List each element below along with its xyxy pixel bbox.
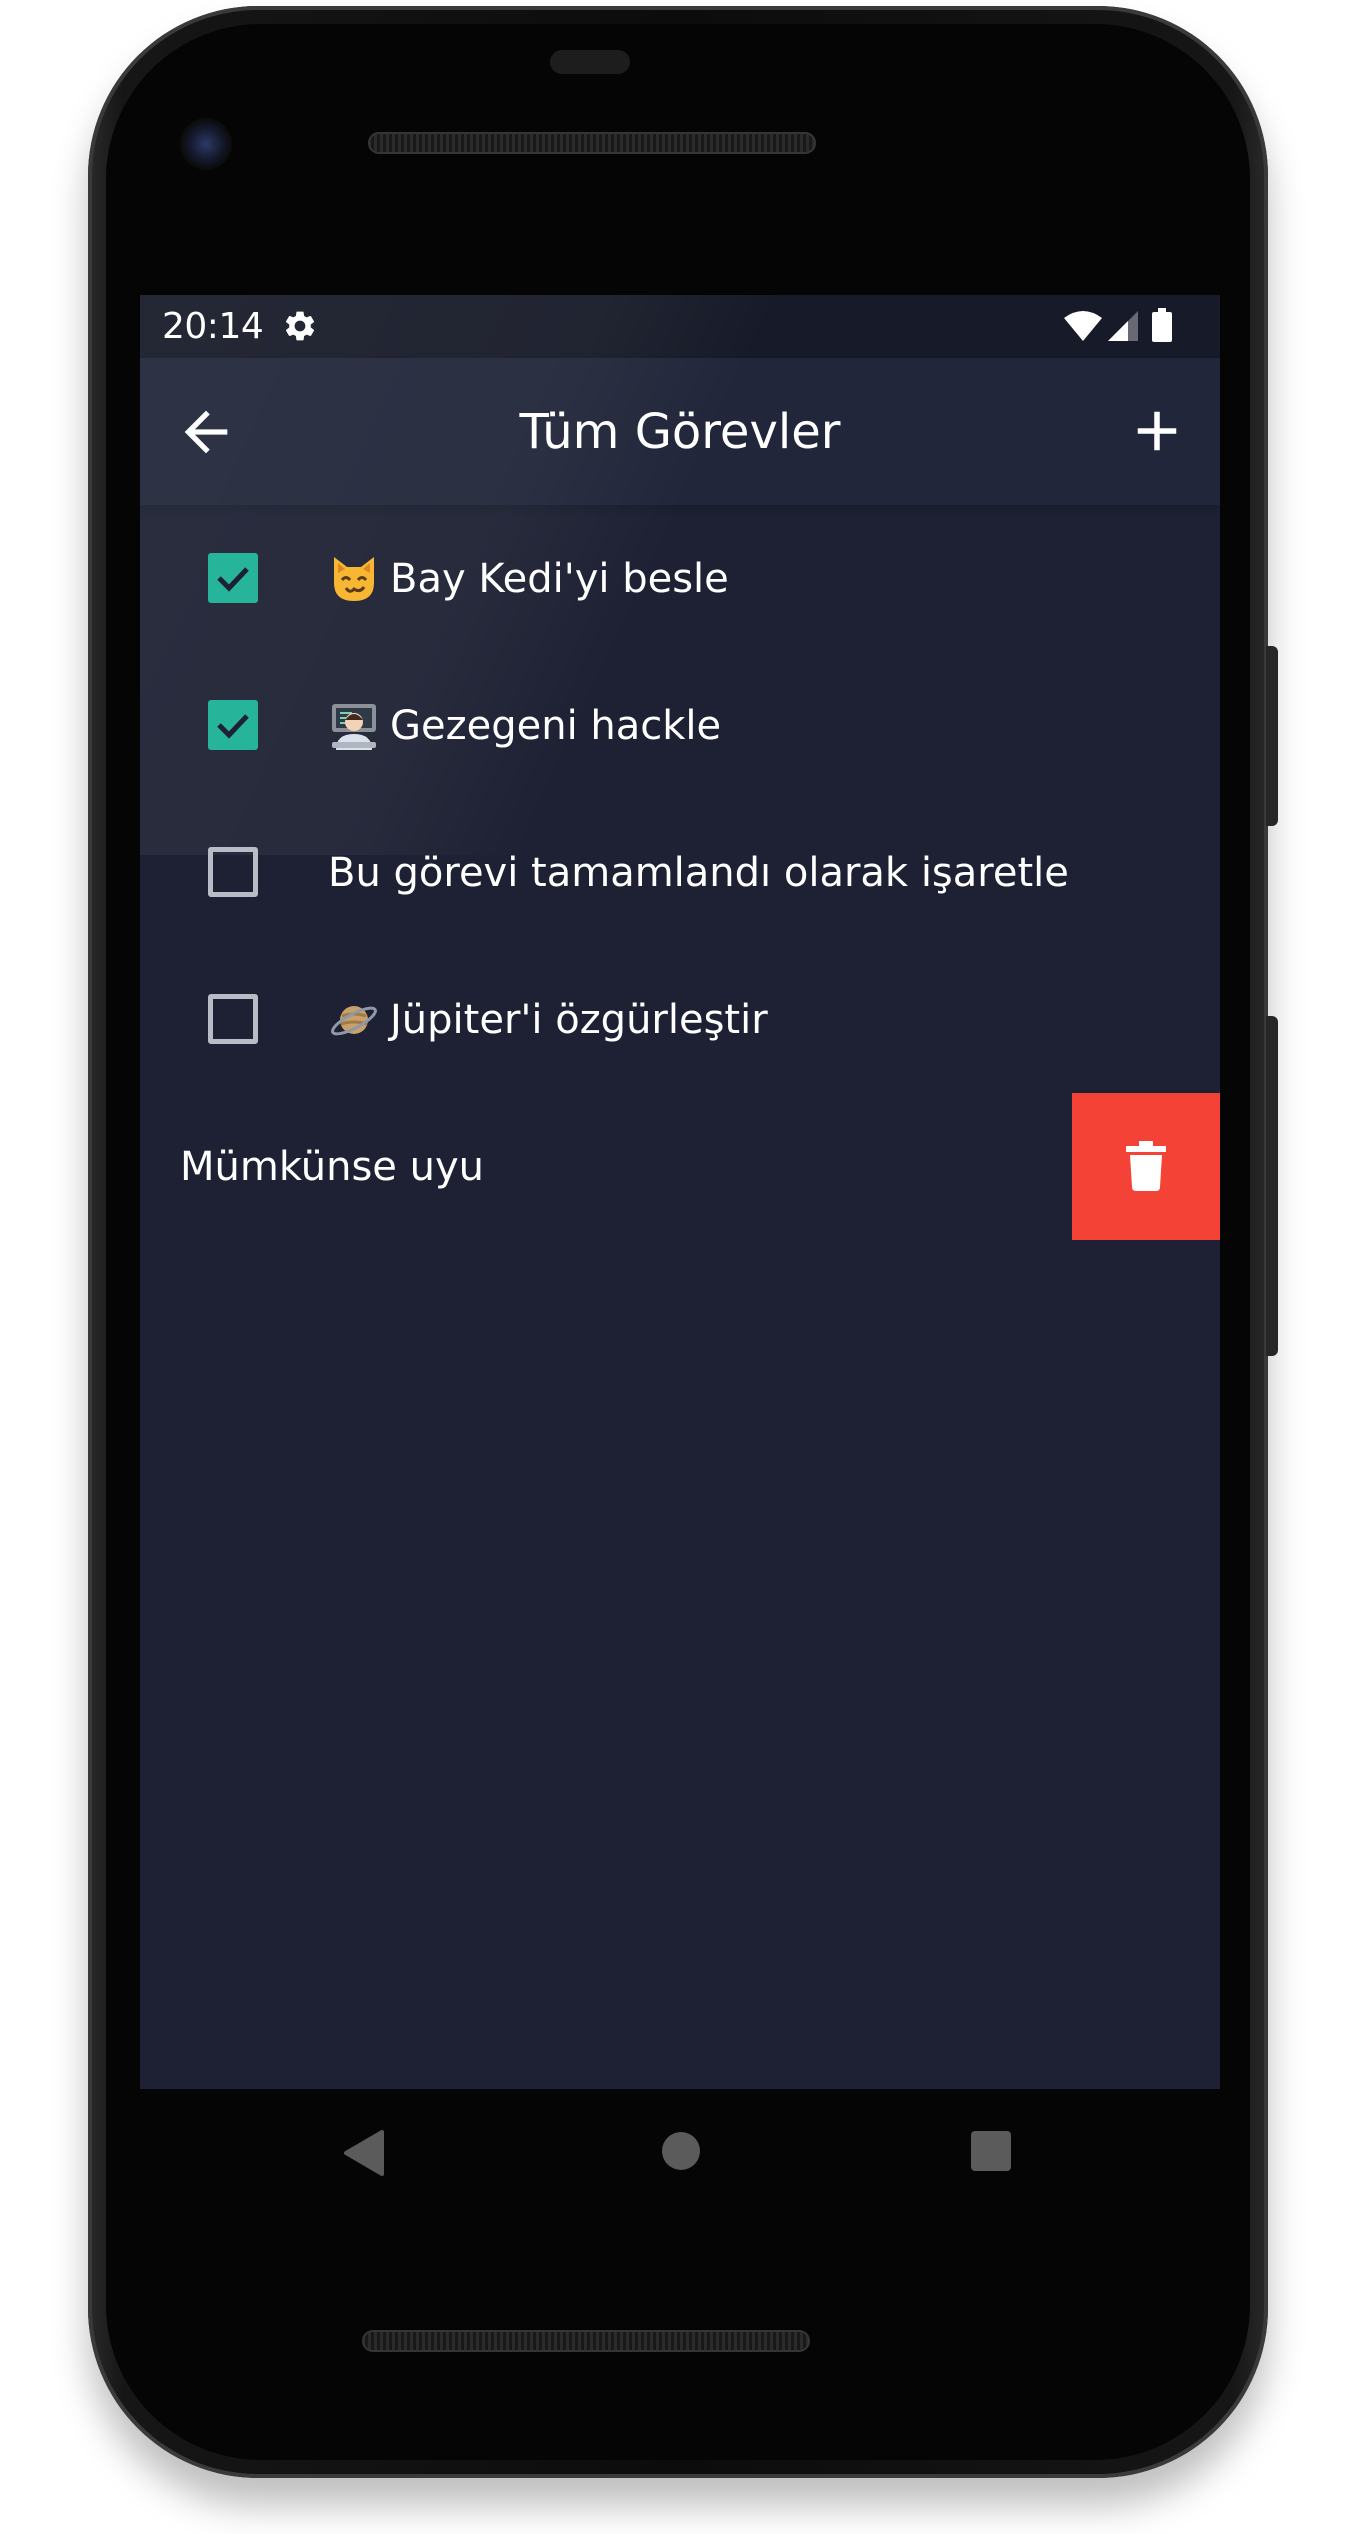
list-item-swiped[interactable]: Mümkünse uyu <box>140 1093 1220 1240</box>
battery-icon <box>1152 308 1172 342</box>
technologist-icon <box>332 704 376 750</box>
proximity-sensor <box>550 50 630 74</box>
status-bar: 20:14 <box>140 295 1220 358</box>
task-label-text: Gezegeni hackle <box>390 703 722 749</box>
list-item[interactable]: Bay Kedi'yi besle <box>140 505 1220 652</box>
task-label: Gezegeni hackle <box>328 698 721 754</box>
nav-home-icon[interactable] <box>660 2130 702 2172</box>
checkmark-icon <box>217 567 249 592</box>
status-icons <box>1064 308 1172 342</box>
task-label: Bu görevi tamamlandı olarak işaretle <box>328 845 1069 901</box>
checkbox-checked[interactable] <box>208 700 258 750</box>
status-time: 20:14 <box>162 306 264 347</box>
task-list: Bay Kedi'yi besle Gezegeni hackle Bu gör… <box>140 505 1220 1240</box>
front-camera <box>180 118 232 170</box>
app-bar: Tüm Görevler <box>140 358 1220 505</box>
list-item[interactable]: Bu görevi tamamlandı olarak işaretle <box>140 799 1220 946</box>
volume-button <box>1266 1016 1278 1356</box>
wifi-icon <box>1064 311 1102 341</box>
list-item[interactable]: Gezegeni hackle <box>140 652 1220 799</box>
checkbox-checked[interactable] <box>208 553 258 603</box>
cat-face-icon <box>334 557 374 601</box>
nav-back-icon[interactable] <box>342 2128 386 2178</box>
checkbox-unchecked[interactable] <box>208 994 258 1044</box>
gear-icon <box>285 311 315 341</box>
ringed-planet-icon <box>331 1006 377 1036</box>
checkbox-unchecked[interactable] <box>208 847 258 897</box>
task-label: Bay Kedi'yi besle <box>328 551 729 607</box>
plus-icon[interactable] <box>1124 398 1190 464</box>
nav-recent-apps-icon[interactable] <box>970 2130 1012 2172</box>
page-title: Tüm Görevler <box>519 404 841 460</box>
task-label-text: Bay Kedi'yi besle <box>390 556 729 602</box>
earpiece-speaker <box>368 132 816 154</box>
checkmark-icon <box>217 714 249 739</box>
bottom-speaker <box>362 2330 810 2352</box>
task-label-text: Bu görevi tamamlandı olarak işaretle <box>328 850 1069 896</box>
cellular-signal-icon <box>1108 311 1138 341</box>
power-button <box>1266 646 1278 826</box>
task-label-text: Jüpiter'i özgürleştir <box>390 997 768 1043</box>
task-label: Jüpiter'i özgürleştir <box>328 992 768 1048</box>
arrow-left-icon[interactable] <box>174 400 238 464</box>
task-label-text: Mümkünse uyu <box>180 1144 485 1190</box>
phone-screen: 20:14 Tüm Görevler Bay Kedi'yi besle Gez… <box>140 295 1220 2089</box>
delete-button[interactable] <box>1072 1093 1220 1240</box>
list-item[interactable]: Jüpiter'i özgürleştir <box>140 946 1220 1093</box>
trash-icon <box>1126 1141 1166 1191</box>
